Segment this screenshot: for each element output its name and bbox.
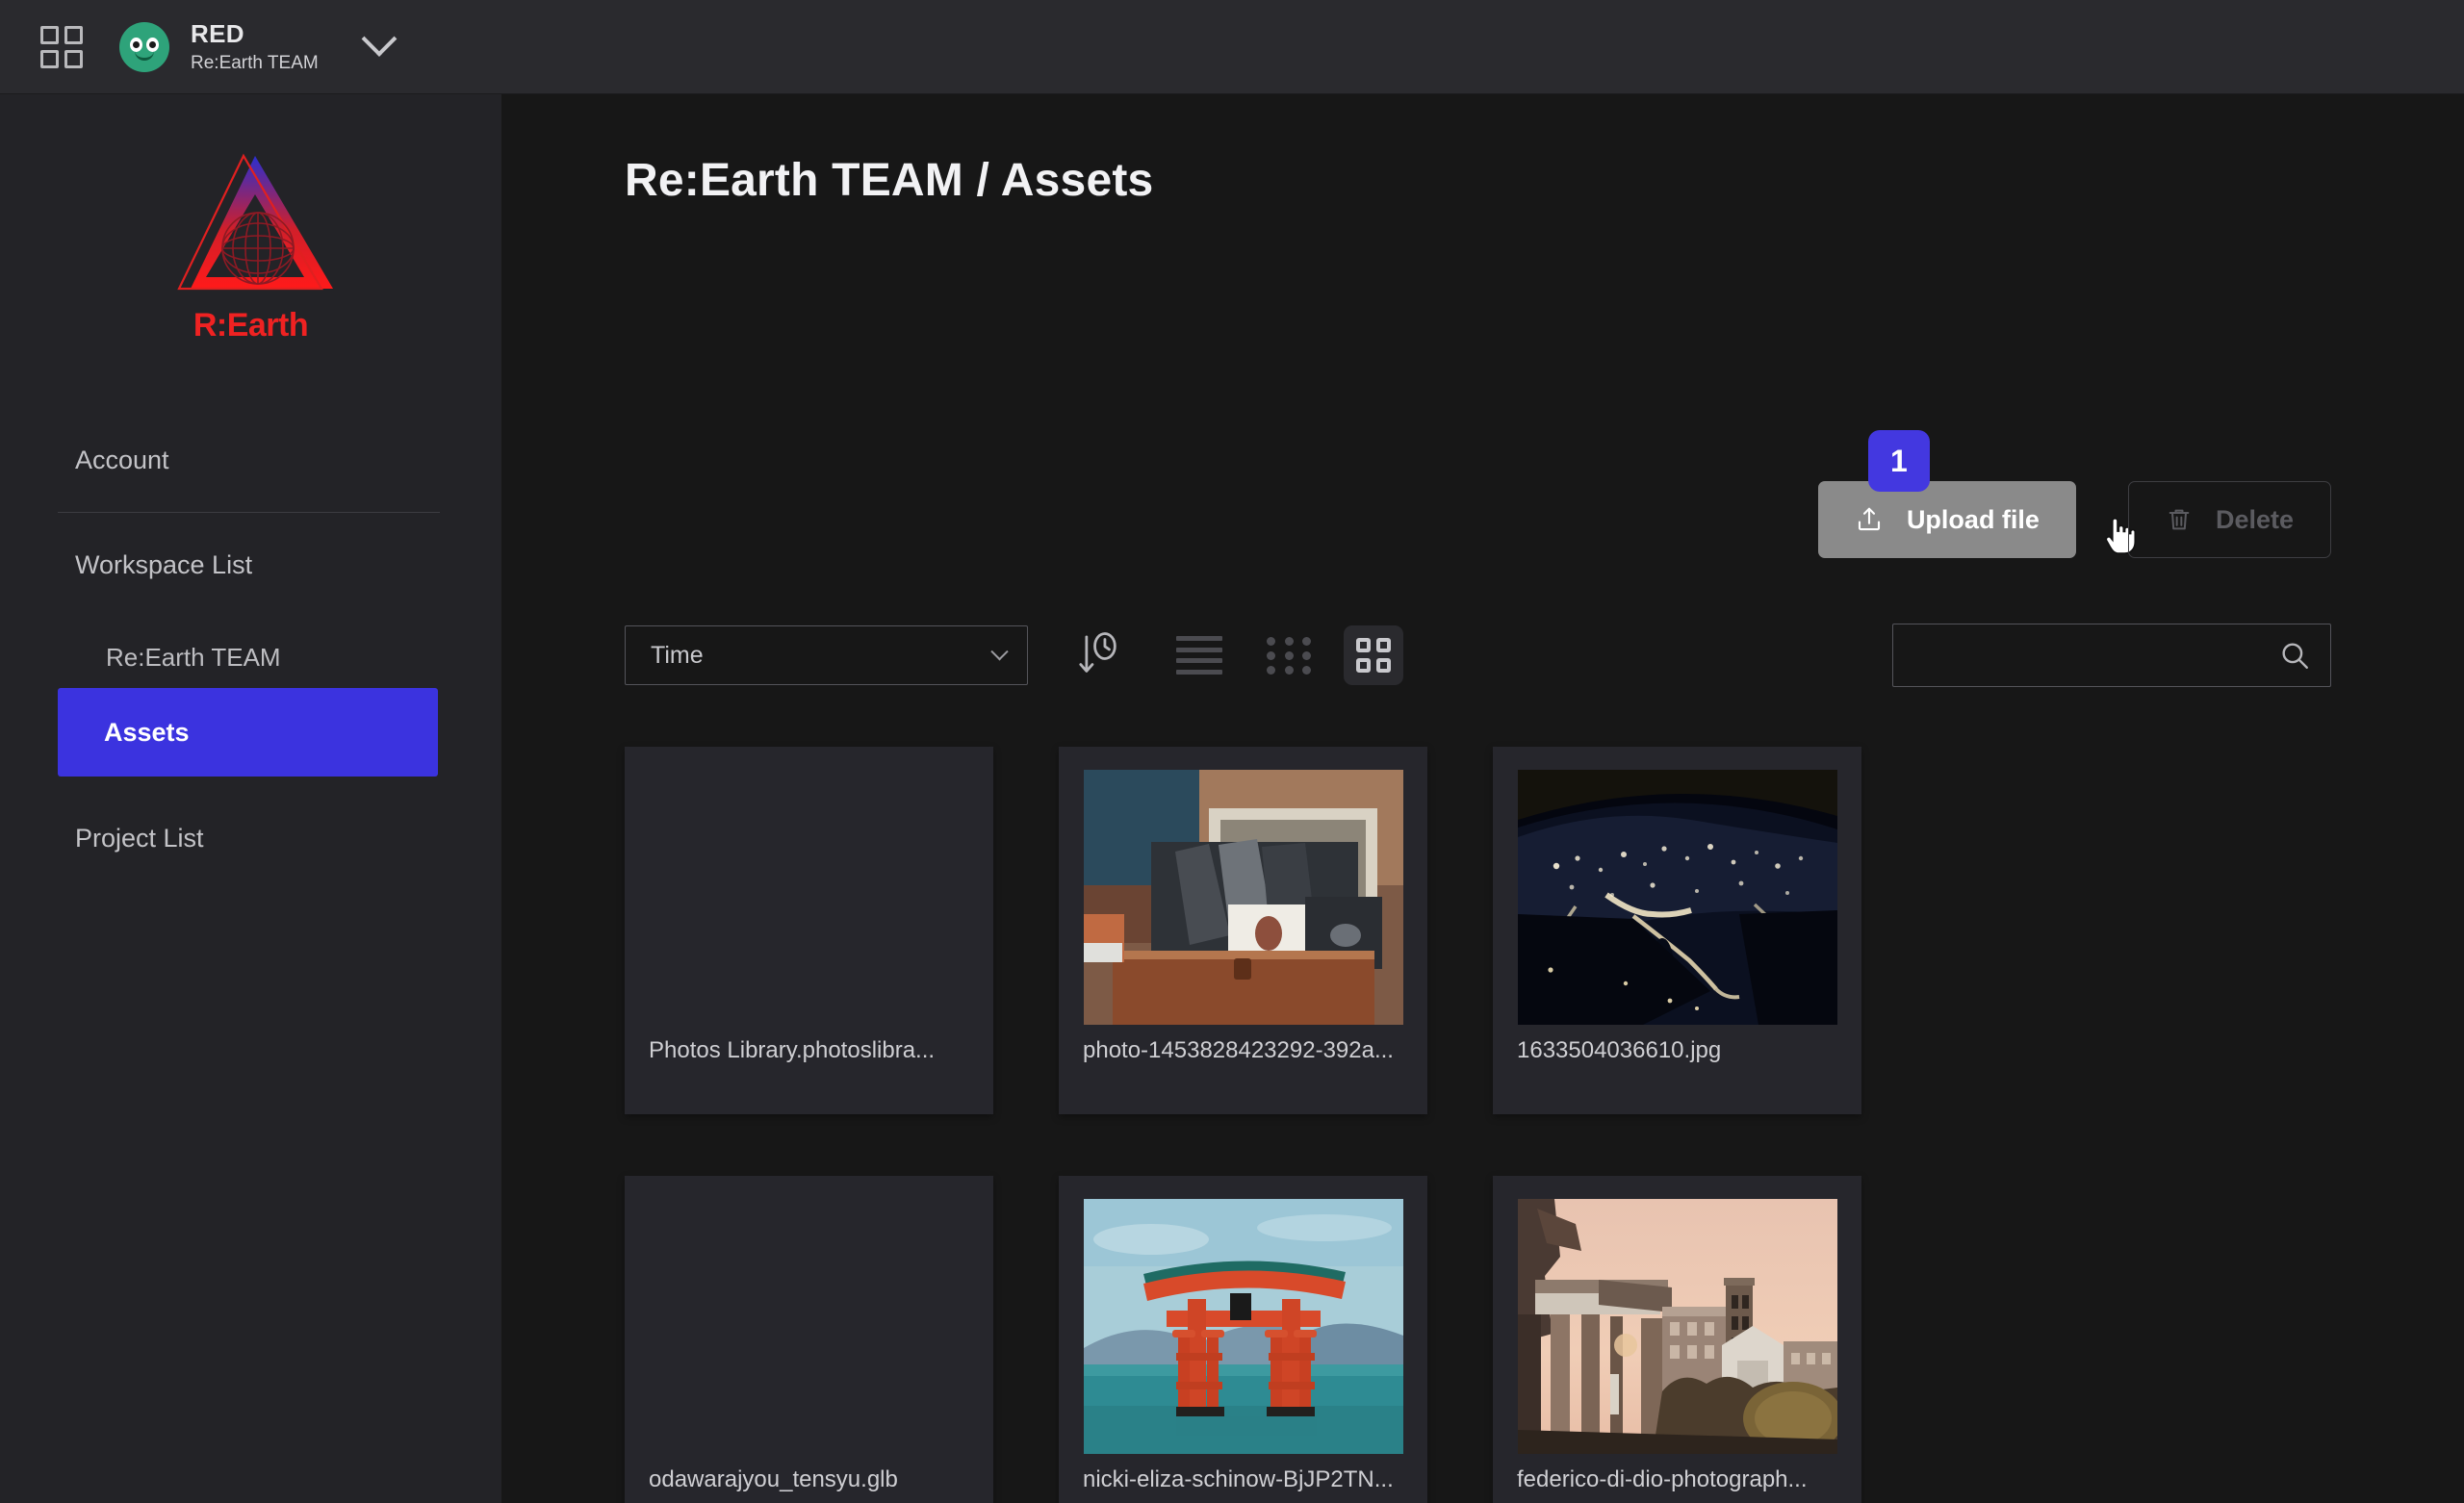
asset-name: Photos Library.photoslibra... [649, 1037, 936, 1063]
sidebar-item-assets[interactable]: Assets [58, 687, 438, 777]
upload-file-label: Upload file [1906, 504, 2040, 534]
avatar-mouth [135, 51, 154, 61]
small-grid-view-icon [1267, 637, 1315, 675]
asset-thumbnail [1083, 770, 1403, 1025]
asset-thumbnail-placeholder [650, 770, 969, 1025]
workspace-name: RED [191, 18, 244, 48]
sidebar-item-project-list[interactable]: Project List [0, 807, 501, 869]
asset-card[interactable]: federico-di-dio-photograph... [1493, 1176, 1861, 1503]
assets-grid: Photos Library.photoslibra... photo-1453… [625, 747, 2331, 1503]
asset-name: nicki-eliza-schinow-BjJP2TN... [1083, 1466, 1394, 1492]
chevron-down-icon [990, 642, 1009, 660]
sidebar-item-workspace-list[interactable]: Workspace List [0, 534, 501, 596]
page-title: Re:Earth TEAM / Assets [625, 155, 1154, 206]
list-view-icon [1176, 636, 1222, 675]
main-content: Re:Earth TEAM / Assets 1 Upload file Del… [501, 94, 2464, 1503]
reearth-triangle-globe-logo [177, 153, 333, 291]
asset-card[interactable]: Photos Library.photoslibra... [625, 747, 993, 1114]
avatar-eye-left [130, 37, 142, 52]
asset-card[interactable]: photo-1453828423292-392a... [1059, 747, 1427, 1114]
grid-apps-icon-cell [40, 49, 59, 68]
search-box[interactable] [1892, 624, 2331, 687]
chevron-down-icon[interactable] [361, 20, 398, 57]
asset-thumbnail [1517, 770, 1837, 1025]
roman-forum-sunset-image [1517, 1199, 1837, 1454]
floating-torii-gate-image [1083, 1199, 1403, 1454]
grid-apps-icon[interactable] [40, 25, 83, 68]
upload-arrow-icon [1858, 507, 1880, 531]
app-root: RED Re:Earth TEAM R:Earth Account Worksp… [0, 0, 2464, 1503]
earth-at-night-europe-image [1517, 770, 1837, 1025]
workspace-switcher[interactable]: RED Re:Earth TEAM [191, 19, 319, 75]
sidebar: R:Earth Account Workspace List Re:Earth … [0, 94, 501, 1503]
trash-bin-icon [2169, 509, 2190, 530]
view-list-button[interactable] [1176, 636, 1222, 675]
grid-apps-icon-cell [40, 25, 59, 44]
avatar[interactable] [119, 21, 169, 72]
asset-name: 1633504036610.jpg [1517, 1037, 1722, 1063]
top-bar: RED Re:Earth TEAM [0, 0, 2464, 94]
asset-name: photo-1453828423292-392a... [1083, 1037, 1394, 1063]
asset-card[interactable]: nicki-eliza-schinow-BjJP2TN... [1059, 1176, 1427, 1503]
action-bar: 1 Upload file Delete [1817, 430, 2331, 558]
view-small-grid-button[interactable] [1267, 637, 1315, 675]
asset-thumbnail-placeholder [650, 1199, 969, 1454]
assets-toolbar: Time [625, 614, 2331, 697]
grid-apps-icon-cell [64, 49, 83, 68]
sort-descending-clock-icon [1079, 632, 1116, 673]
delete-button[interactable]: Delete [2127, 481, 2331, 558]
sidebar-divider [58, 512, 440, 514]
asset-name: federico-di-dio-photograph... [1517, 1466, 1808, 1492]
search-input[interactable] [1914, 642, 2278, 669]
sort-direction-button[interactable] [1076, 630, 1120, 680]
workspace-subtitle: Re:Earth TEAM [191, 53, 319, 74]
vintage-photos-box-image [1083, 770, 1403, 1025]
sidebar-nav: Account Workspace List Re:Earth TEAM Ass… [0, 429, 501, 870]
view-large-grid-button[interactable] [1344, 625, 1403, 685]
upload-file-button[interactable]: 1 Upload file [1817, 430, 2137, 558]
sort-field-select[interactable]: Time [625, 625, 1028, 685]
asset-card[interactable]: odawarajyou_tensyu.glb [625, 1176, 993, 1503]
step-badge: 1 [1867, 430, 1930, 492]
grid-apps-icon-cell [64, 25, 83, 44]
delete-label: Delete [2215, 504, 2294, 534]
search-magnifier-icon[interactable] [2278, 639, 2311, 672]
asset-thumbnail [1083, 1199, 1403, 1454]
brand-logo-text: R:Earth [192, 307, 309, 344]
asset-card[interactable]: 1633504036610.jpg [1493, 747, 1861, 1114]
sidebar-item-reearth-team[interactable]: Re:Earth TEAM [0, 627, 501, 688]
asset-name: odawarajyou_tensyu.glb [649, 1466, 898, 1492]
asset-thumbnail [1517, 1199, 1837, 1454]
sort-field-value: Time [651, 641, 704, 669]
sidebar-item-account[interactable]: Account [0, 429, 501, 491]
large-grid-view-icon [1344, 625, 1403, 685]
brand-logo: R:Earth [0, 94, 501, 344]
avatar-eye-right [146, 37, 159, 52]
